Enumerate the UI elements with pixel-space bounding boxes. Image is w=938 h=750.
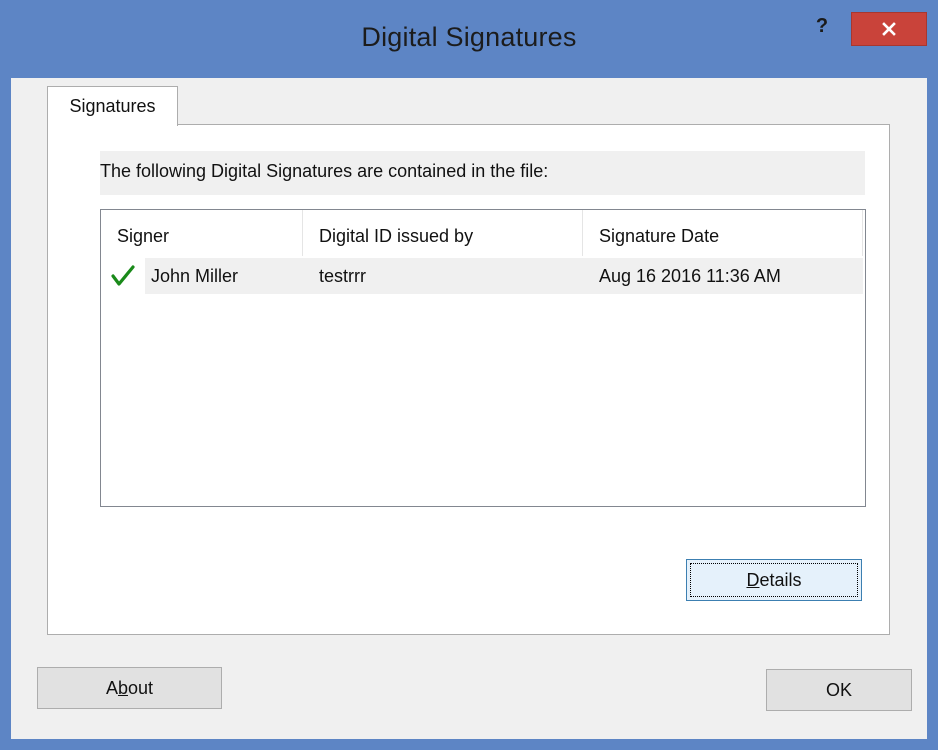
check-icon [111, 265, 135, 286]
ok-button[interactable]: OK [766, 669, 912, 711]
signature-date-cell: Aug 16 2016 11:36 AM [583, 258, 863, 294]
list-header: Signer Digital ID issued by Signature Da… [101, 210, 865, 256]
info-text: The following Digital Signatures are con… [100, 151, 865, 195]
window-title: Digital Signatures [361, 22, 577, 52]
signer-name: John Miller [151, 266, 239, 286]
close-icon [882, 22, 896, 36]
title-bar: Digital Signatures ? [0, 0, 938, 78]
dialog-body: Signatures The following Digital Signatu… [11, 78, 927, 739]
ok-button-label: OK [825, 679, 852, 700]
column-header-signer[interactable]: Signer [101, 210, 303, 256]
signature-row[interactable]: John Miller testrrr Aug 16 2016 11:36 AM [101, 258, 865, 294]
issued-by-cell: testrrr [303, 258, 583, 294]
column-header-signature-date[interactable]: Signature Date [583, 210, 863, 256]
about-button[interactable]: About [37, 667, 222, 709]
signer-cell: John Miller [101, 258, 303, 294]
details-button[interactable]: Details [686, 559, 862, 601]
signatures-tab-panel: The following Digital Signatures are con… [47, 124, 890, 635]
signatures-list[interactable]: Signer Digital ID issued by Signature Da… [100, 209, 866, 507]
column-header-issued-by[interactable]: Digital ID issued by [303, 210, 583, 256]
details-button-label: Details [746, 569, 802, 590]
close-button[interactable] [851, 12, 927, 46]
digital-signatures-dialog: Digital Signatures ? Signatures The foll… [0, 0, 938, 750]
tab-signatures[interactable]: Signatures [47, 86, 178, 126]
help-button[interactable]: ? [802, 8, 842, 44]
about-button-label: About [105, 677, 154, 698]
